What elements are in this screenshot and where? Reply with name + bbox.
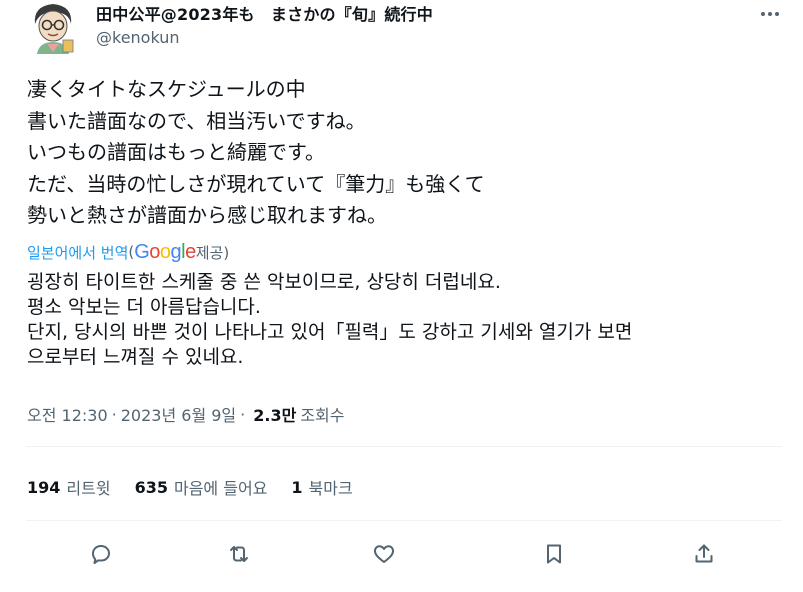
tweet-time[interactable]: 오전 12:30 (27, 402, 108, 426)
bookmark-button[interactable] (536, 536, 572, 572)
translated-text: 굉장히 타이트한 스케줄 중 쓴 악보이므로, 상당히 더럽네요. 평소 악보는… (27, 270, 632, 370)
translated-line: 굉장히 타이트한 스케줄 중 쓴 악보이므로, 상당히 더럽네요. (27, 271, 501, 293)
engagement-stats: 194 리트윗 635 마음에 들어요 1 북마크 (27, 474, 377, 500)
avatar[interactable] (29, 0, 77, 54)
tweet-meta: 오전 12:30 · 2023년 6월 9일 · 2.3만 조회수 (27, 402, 345, 426)
bookmarks-count: 1 (291, 477, 303, 497)
retweet-button[interactable] (221, 536, 257, 572)
tweet-line: いつもの譜面はもっと綺麗です。 (27, 140, 325, 164)
likes-count: 635 (134, 477, 168, 497)
avatar-illustration (29, 0, 77, 54)
author-handle[interactable]: @kenokun (96, 28, 180, 47)
retweets-count: 194 (27, 477, 61, 497)
reply-icon (92, 545, 110, 564)
share-button[interactable] (686, 536, 722, 572)
translated-line: 으로부터 느껴질 수 있네요. (27, 346, 244, 368)
tweet-line: 勢いと熱さが譜面から感じ取れますね。 (27, 203, 387, 227)
translated-line: 평소 악보는 더 아름답습니다. (27, 296, 261, 318)
translate-link[interactable]: 일본어에서 번역 (27, 242, 128, 263)
views-count: 2.3만 (253, 406, 297, 425)
divider (26, 446, 782, 447)
reply-button[interactable] (83, 536, 119, 572)
tweet-line: 書いた譜面なので、相当汚いですね。 (27, 108, 366, 133)
translated-line: 단지, 당시의 바쁜 것이 나타나고 있어「필력」도 강하고 기세와 열기가 보… (27, 321, 633, 343)
divider (26, 520, 782, 521)
retweets-label: 리트윗 (66, 479, 111, 498)
share-icon (695, 544, 713, 563)
author-display-name[interactable]: 田中公平@2023年も まさかの『旬』続行中 (96, 1, 433, 25)
meta-separator: · (111, 404, 117, 424)
author-name-row[interactable]: 田中公平@2023年も まさかの『旬』続行中 (96, 2, 433, 24)
tweet-text: 凄くタイトなスケジュールの中 書いた譜面なので、相当汚いですね。 いつもの譜面は… (27, 74, 485, 232)
meta-separator: · (240, 404, 246, 424)
tweet-date[interactable]: 2023년 6월 9일 (121, 402, 236, 426)
likes-stat[interactable]: 635 마음에 들어요 (135, 475, 268, 499)
bookmarks-stat[interactable]: 1 북마크 (291, 475, 352, 499)
translation-attribution: 일본어에서 번역 ( Google 제공) (27, 238, 229, 266)
action-bar (26, 536, 782, 572)
like-button[interactable] (366, 536, 402, 572)
tweet-line: 凄くタイトなスケジュールの中 (27, 77, 306, 101)
retweet-icon (230, 546, 248, 562)
tweet-line: ただ、当時の忙しさが現れていて『筆力』も強くて (27, 171, 485, 196)
translation-provided-label: 제공) (195, 243, 230, 262)
more-icon (761, 12, 779, 16)
more-options-button[interactable] (758, 4, 782, 24)
like-icon (374, 545, 394, 563)
views-label: 조회수 (300, 406, 345, 425)
likes-label: 마음에 들어요 (173, 479, 268, 498)
retweets-stat[interactable]: 194 리트윗 (27, 475, 111, 499)
bookmark-icon (547, 544, 561, 564)
bookmarks-label: 북마크 (308, 479, 353, 498)
google-logo: Google (134, 240, 196, 263)
